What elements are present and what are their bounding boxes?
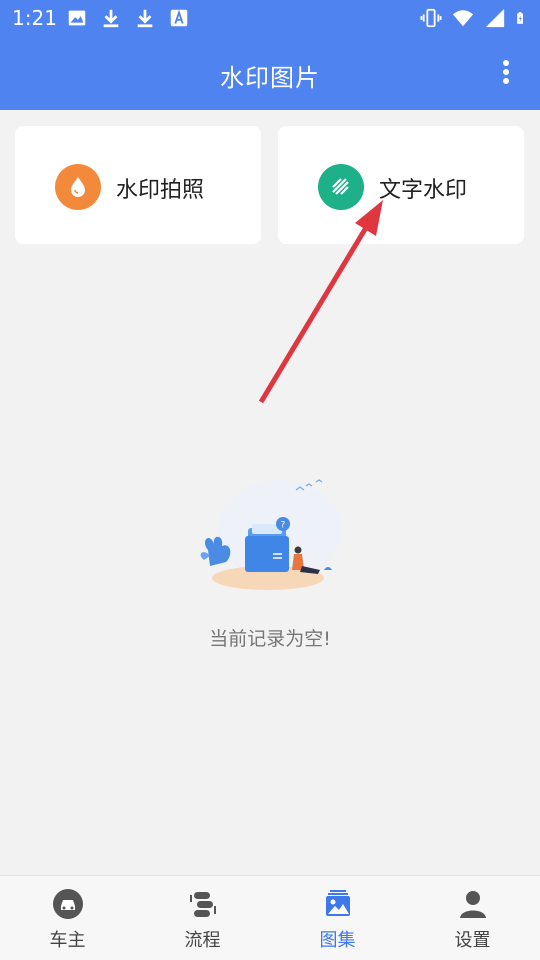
empty-state-message: 当前记录为空! xyxy=(209,628,331,650)
svg-text:?: ? xyxy=(281,521,286,531)
user-icon xyxy=(460,891,486,918)
app-bar: 水印图片 xyxy=(0,36,540,110)
nav-label: 车主 xyxy=(49,930,86,951)
droplet-icon-glyph xyxy=(71,177,85,197)
download-icon xyxy=(103,9,119,28)
battery-icon xyxy=(517,12,523,24)
nav-label: 设置 xyxy=(454,930,491,951)
bottom-nav: 车主 流程 图集 设置 xyxy=(0,875,540,960)
more-vert-icon[interactable] xyxy=(494,58,518,86)
nav-item-process[interactable]: 流程 xyxy=(135,876,270,960)
droplet-icon xyxy=(55,164,101,210)
hatch-icon-glyph xyxy=(332,178,349,195)
signal-icon xyxy=(485,8,505,28)
wifi-icon xyxy=(452,10,474,27)
vibrate-icon xyxy=(420,8,442,28)
card-label: 文字水印 xyxy=(379,178,468,203)
status-time: 1:21 xyxy=(12,6,57,30)
image-icon xyxy=(68,10,86,26)
text-a-icon xyxy=(170,9,188,27)
card-label: 水印拍照 xyxy=(116,178,205,203)
watermark-photo-card[interactable]: 水印拍照 xyxy=(15,126,261,244)
nav-label: 流程 xyxy=(184,930,221,951)
nav-item-owner[interactable]: 车主 xyxy=(0,876,135,960)
nav-item-settings[interactable]: 设置 xyxy=(405,876,540,960)
nav-item-gallery[interactable]: 图集 xyxy=(270,876,405,960)
status-right-icons xyxy=(420,7,530,29)
status-bar: 1:21 xyxy=(0,0,540,36)
flow-icon xyxy=(190,892,216,917)
download-icon xyxy=(137,9,153,28)
status-left-icons xyxy=(66,7,190,29)
gallery-icon xyxy=(326,890,350,916)
hatch-icon xyxy=(318,164,364,210)
nav-label: 图集 xyxy=(319,930,356,951)
page-title: 水印图片 xyxy=(220,64,320,92)
empty-folder-illustration: ? xyxy=(200,479,342,590)
text-watermark-card[interactable]: 文字水印 xyxy=(278,126,524,244)
car-icon xyxy=(53,889,83,919)
